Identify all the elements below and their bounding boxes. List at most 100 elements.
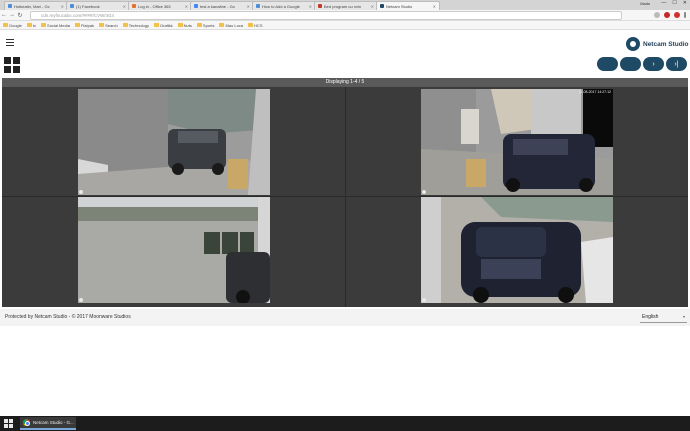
camera-status-icon [79, 190, 83, 194]
last-page-button[interactable]: ›| [666, 57, 687, 71]
extension-icon[interactable] [674, 12, 680, 18]
extension-icons [654, 12, 686, 18]
browser-tab-active[interactable]: Netcam Studio ✕ [376, 1, 440, 10]
chrome-icon [23, 419, 30, 426]
camera-grid: 11-08-2017 14:27:12 [2, 87, 688, 307]
bookmark-item[interactable]: Nuts [177, 22, 192, 28]
extension-icon[interactable] [664, 12, 670, 18]
prev-page-button[interactable] [620, 57, 641, 71]
tab-favicon-icon [8, 4, 12, 8]
taskbar-app-button[interactable]: Netcam Studio - G... [20, 417, 76, 430]
tab-label: Bed program uu nvin [324, 3, 362, 9]
tab-close-icon[interactable]: ✕ [247, 4, 250, 9]
window-controls: — ☐ ✕ [661, 0, 687, 6]
back-icon[interactable]: ← [0, 12, 8, 18]
bookmark-label: Search [105, 22, 118, 28]
tab-favicon-icon [380, 4, 384, 8]
bookmarks-bar: Google tv Social Media Flatpak Search Te… [0, 21, 690, 30]
browser-tabstrip: Hotkeatin, Mari - Gc ✕ (1) Facebook ✕ Log … [0, 0, 690, 10]
folder-icon [248, 23, 254, 27]
bookmark-item[interactable]: Flatpak [74, 22, 95, 28]
bookmark-label: Flatpak [80, 22, 95, 28]
bookmark-item[interactable]: Sports [196, 22, 215, 28]
bookmark-label: Social Media [47, 22, 70, 28]
bookmark-item[interactable]: Technology [122, 23, 149, 28]
folder-icon [154, 23, 159, 27]
menu-dots-icon[interactable] [684, 12, 686, 18]
tab-label: Hotkeatin, Mari - Gc [14, 3, 50, 9]
tab-close-icon[interactable]: ✕ [371, 4, 374, 9]
folder-icon [219, 23, 225, 27]
tab-favicon-icon [132, 4, 136, 8]
folder-icon [177, 23, 183, 27]
browser-tab[interactable]: How to Add a Google ✕ [252, 1, 316, 10]
bookmark-item[interactable]: tv [26, 22, 37, 28]
minimize-icon[interactable]: — [661, 0, 666, 6]
camera-view[interactable] [78, 89, 270, 195]
tab-close-icon[interactable]: ✕ [185, 4, 188, 9]
camera-view[interactable]: 11-08-2017 14:27:12 [421, 89, 613, 195]
next-page-button[interactable]: › [643, 57, 664, 71]
camera-status-icon [422, 190, 426, 194]
extension-icon[interactable] [654, 12, 660, 18]
hamburger-menu-icon[interactable] [6, 39, 14, 46]
bookmark-item[interactable]: Grafikk [154, 23, 173, 28]
grid-status-header: Displaying 1-4 / 5 [2, 78, 688, 87]
tab-close-icon[interactable]: ✕ [61, 4, 64, 9]
camera-view[interactable] [421, 197, 613, 303]
tab-favicon-icon [318, 4, 322, 8]
bookmark-item[interactable]: Mao Loca [219, 23, 243, 28]
tab-label: Netcam Studio [386, 3, 413, 9]
bookmark-label: Grafikk [160, 22, 173, 28]
copyright-text: Protected by Netcam Studio - © 2017 Moon… [5, 314, 131, 320]
netcam-logo: Netcam Studio [626, 37, 689, 51]
pager: › ›| [597, 57, 687, 71]
forward-icon[interactable]: → [8, 12, 16, 18]
maximize-icon[interactable]: ☐ [672, 0, 676, 6]
folder-icon [74, 23, 80, 27]
url-input[interactable]: cdn.myfnucabo.com/####/CVW/4G4 [30, 11, 622, 20]
grid-divider [345, 87, 346, 307]
folder-icon [3, 23, 8, 27]
browser-address-bar: ← → ↻ cdn.myfnucabo.com/####/CVW/4G4 [0, 10, 690, 21]
browser-tab[interactable]: Bed program uu nvin ✕ [314, 1, 378, 10]
tab-close-icon[interactable]: ✕ [123, 4, 126, 9]
bookmark-item[interactable]: Search [99, 23, 118, 28]
reload-icon[interactable]: ↻ [16, 12, 24, 19]
tab-label: Log in - Office 365 [138, 3, 171, 9]
language-select[interactable]: English ▾ [640, 312, 687, 323]
logo-text: Netcam Studio [643, 40, 689, 48]
tab-favicon-icon [194, 4, 198, 8]
chevron-down-icon: ▾ [682, 314, 685, 319]
grid-layout-icon[interactable] [4, 57, 20, 73]
folder-icon [122, 23, 128, 27]
bookmark-item[interactable]: HCS [248, 23, 263, 28]
tab-close-icon[interactable]: ✕ [309, 4, 312, 9]
tab-close-icon[interactable]: ✕ [433, 4, 436, 9]
browser-tab[interactable]: Log in - Office 365 ✕ [128, 1, 192, 10]
camera-timestamp: 11-08-2017 14:27:12 [578, 90, 611, 94]
close-window-icon[interactable]: ✕ [683, 0, 687, 6]
first-page-button[interactable] [597, 57, 618, 71]
browser-tab[interactable]: test a kanaltne - Go ✕ [190, 1, 254, 10]
bookmark-label: Sports [202, 22, 215, 28]
bookmark-item[interactable]: Social Media [41, 23, 70, 28]
netcam-logo-icon [626, 37, 640, 51]
camera-view[interactable] [78, 197, 270, 303]
tab-label: How to Add a Google [262, 3, 300, 9]
bookmark-label: Nuts [183, 22, 192, 28]
browser-user-name[interactable]: Mads [640, 1, 650, 6]
folder-icon [41, 23, 47, 27]
browser-tab[interactable]: (1) Facebook ✕ [66, 1, 130, 10]
browser-tab[interactable]: Hotkeatin, Mari - Gc ✕ [4, 1, 68, 10]
bookmark-item[interactable]: Google [3, 23, 22, 28]
windows-taskbar: Netcam Studio - G... [0, 416, 690, 431]
folder-icon [196, 23, 202, 27]
windows-start-icon[interactable] [4, 419, 13, 428]
tab-label: (1) Facebook [76, 3, 100, 9]
tab-favicon-icon [256, 4, 260, 8]
bookmark-label: tv [32, 22, 37, 28]
camera-status-icon [79, 298, 83, 302]
taskbar-app-label: Netcam Studio - G... [33, 420, 74, 425]
page-footer: Protected by Netcam Studio - © 2017 Moon… [0, 309, 690, 326]
